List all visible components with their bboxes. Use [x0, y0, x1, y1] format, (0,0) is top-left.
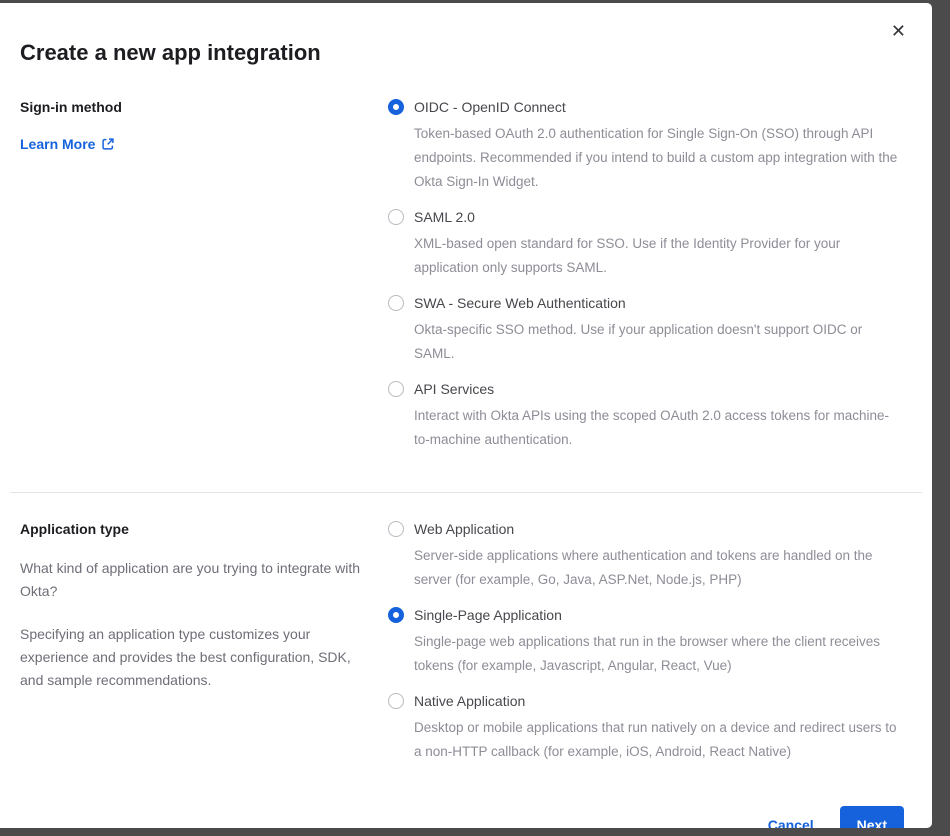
radio-option-description: Single-page web applications that run in… [414, 630, 904, 678]
radio-option-label: API Services [414, 381, 494, 397]
radio-option-native-application[interactable]: Native Application Desktop or mobile app… [388, 693, 904, 764]
radio-option-description: Token-based OAuth 2.0 authentication for… [414, 122, 904, 194]
section-divider [10, 492, 922, 493]
radio-option-label: Native Application [414, 693, 525, 709]
application-type-left-column: Application type What kind of applicatio… [20, 521, 388, 764]
external-link-icon [101, 137, 115, 151]
radio-button-web-application[interactable] [388, 521, 404, 537]
close-icon[interactable]: ✕ [891, 23, 906, 41]
application-type-explanation: Specifying an application type customize… [20, 623, 368, 692]
learn-more-link[interactable]: Learn More [20, 136, 115, 152]
radio-option-description: Desktop or mobile applications that run … [414, 716, 904, 764]
signin-method-left-column: Sign-in method Learn More [20, 99, 388, 452]
radio-option-swa[interactable]: SWA - Secure Web Authentication Okta-spe… [388, 295, 904, 366]
signin-method-section: Sign-in method Learn More OIDC - OpenID … [0, 99, 932, 452]
radio-option-api-services[interactable]: API Services Interact with Okta APIs usi… [388, 381, 904, 452]
dialog-title: Create a new app integration [20, 40, 904, 66]
radio-button-api-services[interactable] [388, 381, 404, 397]
signin-method-label: Sign-in method [20, 99, 388, 115]
radio-option-label: Single-Page Application [414, 607, 562, 623]
create-app-integration-dialog: ✕ Create a new app integration Sign-in m… [0, 3, 932, 828]
radio-option-web-application[interactable]: Web Application Server-side applications… [388, 521, 904, 592]
radio-button-single-page-application[interactable] [388, 607, 404, 623]
radio-option-saml[interactable]: SAML 2.0 XML-based open standard for SSO… [388, 209, 904, 280]
cancel-button[interactable]: Cancel [768, 817, 814, 828]
radio-option-description: XML-based open standard for SSO. Use if … [414, 232, 904, 280]
radio-option-label: SAML 2.0 [414, 209, 475, 225]
radio-button-saml[interactable] [388, 209, 404, 225]
application-type-label: Application type [20, 521, 388, 537]
learn-more-label: Learn More [20, 136, 95, 152]
application-type-options: Web Application Server-side applications… [388, 521, 904, 764]
next-button[interactable]: Next [840, 806, 904, 828]
dialog-footer: Cancel Next [0, 806, 904, 828]
signin-method-options: OIDC - OpenID Connect Token-based OAuth … [388, 99, 904, 452]
radio-button-oidc[interactable] [388, 99, 404, 115]
radio-option-description: Okta-specific SSO method. Use if your ap… [414, 318, 904, 366]
radio-option-label: SWA - Secure Web Authentication [414, 295, 626, 311]
radio-option-label: Web Application [414, 521, 514, 537]
radio-option-single-page-application[interactable]: Single-Page Application Single-page web … [388, 607, 904, 678]
radio-option-description: Interact with Okta APIs using the scoped… [414, 404, 904, 452]
radio-option-oidc[interactable]: OIDC - OpenID Connect Token-based OAuth … [388, 99, 904, 194]
application-type-question: What kind of application are you trying … [20, 557, 368, 603]
radio-option-description: Server-side applications where authentic… [414, 544, 904, 592]
application-type-section: Application type What kind of applicatio… [0, 521, 932, 764]
radio-option-label: OIDC - OpenID Connect [414, 99, 566, 115]
radio-button-native-application[interactable] [388, 693, 404, 709]
radio-button-swa[interactable] [388, 295, 404, 311]
